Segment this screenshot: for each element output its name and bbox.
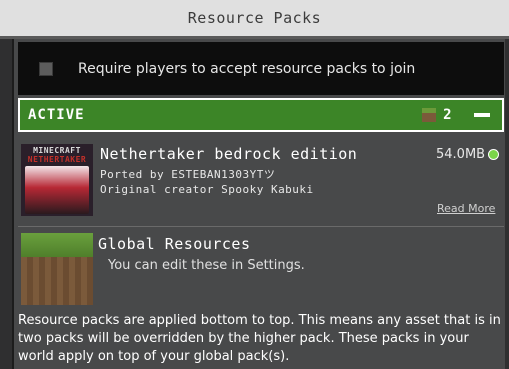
- active-count: 2: [443, 107, 452, 123]
- global-resources-title[interactable]: Global Resources: [98, 235, 251, 253]
- page-title: Resource Packs: [187, 9, 322, 27]
- pack-name: Nethertaker bedrock edition: [100, 145, 358, 163]
- pack-size: 54.0MB: [436, 147, 486, 162]
- active-controls: 2: [422, 107, 490, 123]
- right-rail: [505, 39, 509, 369]
- resource-pack-item[interactable]: MINECRAFT NETHERTAKER Nethertaker bedroc…: [18, 140, 504, 224]
- global-resources-subtitle: You can edit these in Settings.: [108, 258, 305, 273]
- thumbnail-subtitle: NETHERTAKER: [27, 155, 87, 164]
- global-resources-thumbnail: [21, 233, 93, 305]
- pack-thumbnail: MINECRAFT NETHERTAKER: [21, 144, 93, 216]
- read-more-link[interactable]: Read More: [437, 202, 495, 215]
- left-rail: [0, 39, 14, 369]
- title-bar: Resource Packs: [0, 0, 509, 39]
- require-packs-row[interactable]: Require players to accept resource packs…: [18, 42, 504, 95]
- footer-info-text: Resource packs are applied bottom to top…: [18, 313, 501, 364]
- active-status-icon: [488, 149, 499, 160]
- divider: [18, 226, 504, 227]
- pack-original-creator: Original creator Spooky Kabuki: [100, 183, 314, 196]
- collapse-minus-icon[interactable]: [474, 113, 490, 117]
- thumbnail-title: MINECRAFT: [33, 146, 81, 155]
- require-packs-checkbox[interactable]: [39, 61, 53, 76]
- thumbnail-art: [25, 166, 89, 214]
- active-section-header[interactable]: ACTIVE 2: [18, 98, 504, 132]
- active-label: ACTIVE: [28, 107, 85, 123]
- pack-ported-by: Ported by ESTEBAN1303YTツ: [100, 168, 276, 181]
- grass-block-icon: [422, 108, 437, 122]
- require-packs-label: Require players to accept resource packs…: [78, 60, 416, 77]
